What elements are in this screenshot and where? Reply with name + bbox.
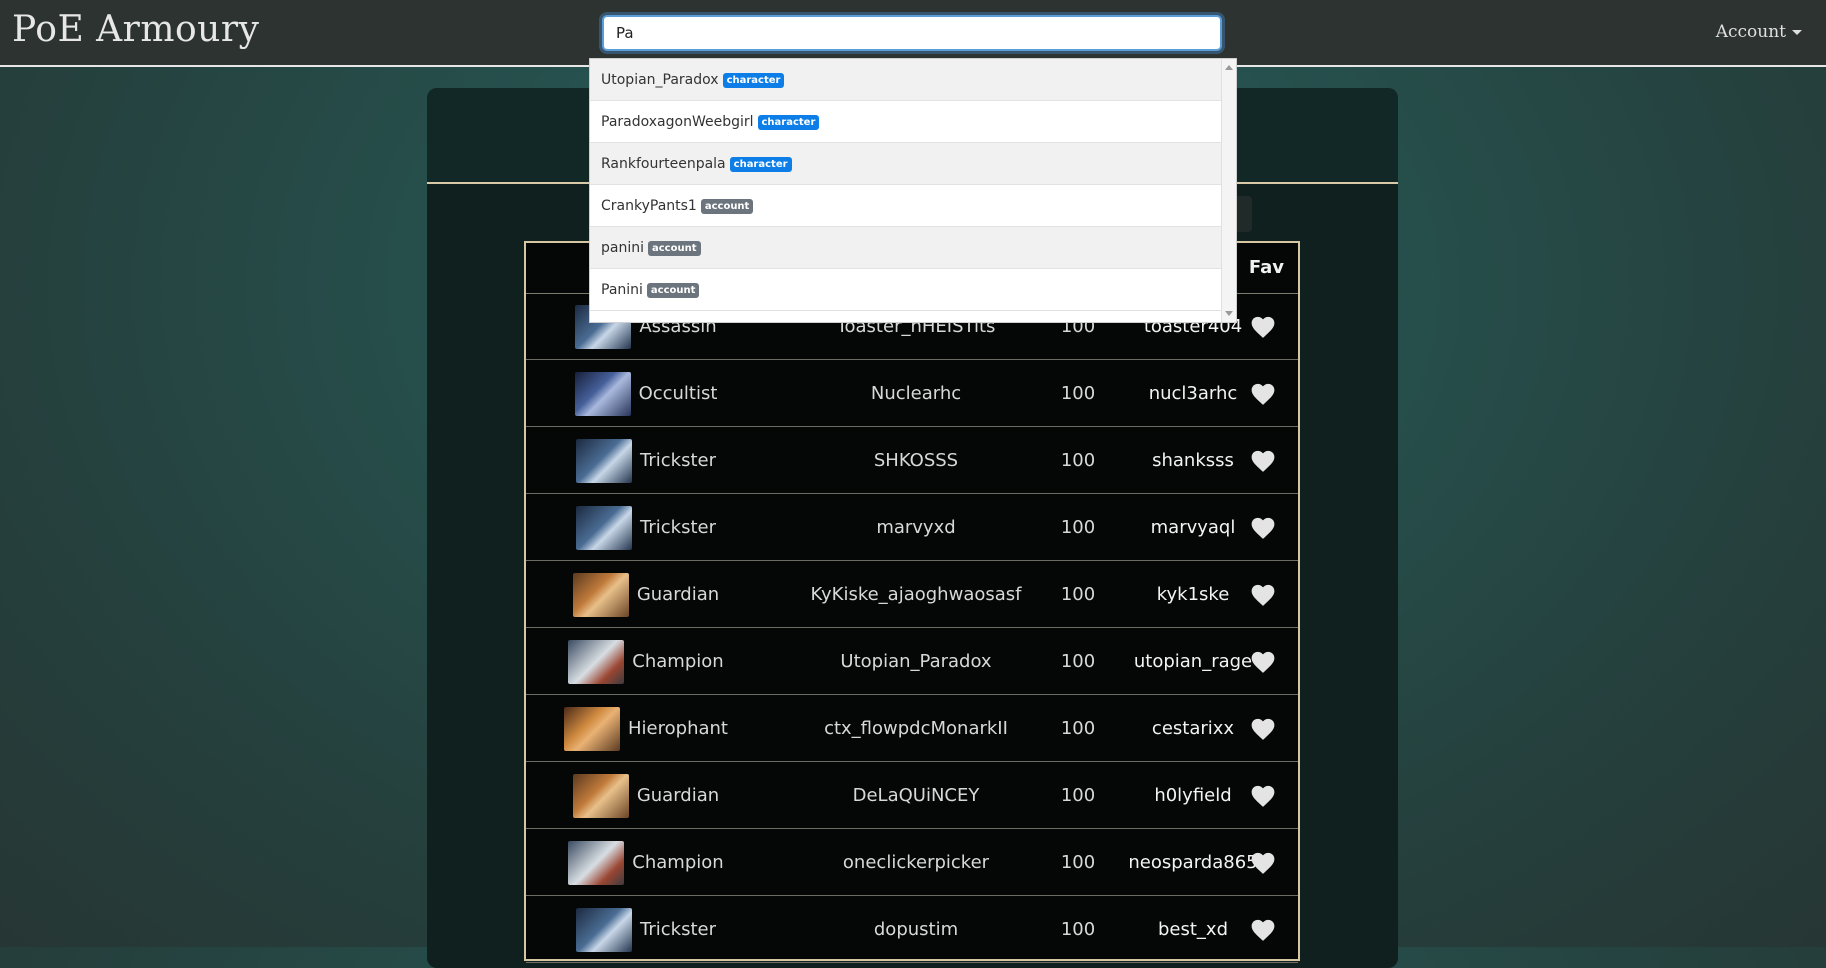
suggestion-type-badge: account (646, 283, 700, 298)
character-name[interactable]: marvyxd (786, 494, 1046, 561)
class-avatar (576, 908, 632, 952)
class-avatar (572, 774, 629, 818)
character-name[interactable]: DeLaQUiNCEY (786, 762, 1046, 829)
character-name[interactable]: ctx_flowpdcMonarkII (786, 695, 1046, 762)
level-cell: 100 (1060, 919, 1096, 940)
level-cell: 100 (1060, 584, 1096, 605)
brand-logo[interactable]: PoE Armoury (12, 9, 259, 50)
heart-icon[interactable] (1250, 918, 1276, 942)
table-row[interactable]: Guardian KyKiske_ajaoghwaosasf 100 kyk1ske (526, 561, 1298, 628)
class-cell: Champion (536, 829, 756, 896)
character-name[interactable]: Nuclearhc (786, 360, 1046, 427)
suggestion-name: Panini (601, 282, 643, 298)
class-name: Guardian (636, 785, 720, 806)
chevron-down-icon (1792, 30, 1802, 35)
class-cell: Hierophant (536, 695, 756, 762)
class-avatar (568, 841, 625, 885)
suggestion-item[interactable]: Rankfourteenpala character (590, 143, 1223, 185)
heart-icon[interactable] (1250, 315, 1276, 339)
level-cell: 100 (1060, 450, 1096, 471)
level-cell: 100 (1060, 852, 1096, 873)
suggestion-item[interactable]: panini account (590, 227, 1223, 269)
suggestion-name: panini (601, 240, 644, 256)
heart-icon[interactable] (1250, 650, 1276, 674)
suggestion-name: ParadoxagonWeebgirl (601, 114, 754, 130)
class-name: Trickster (640, 517, 716, 538)
class-cell: Guardian (536, 762, 756, 829)
level-cell: 100 (1060, 651, 1096, 672)
search-suggestions: Utopian_Paradox character ParadoxagonWeebg… (589, 58, 1237, 323)
suggestion-type-badge: character (757, 115, 820, 130)
suggestion-name: Utopian_Paradox (601, 72, 719, 88)
character-name[interactable]: dopustim (786, 896, 1046, 963)
level-cell: 100 (1060, 383, 1096, 404)
table-row[interactable]: Trickster marvyxd 100 marvyaql (526, 494, 1298, 561)
heart-icon[interactable] (1250, 851, 1276, 875)
table-row[interactable]: Occultist Nuclearhc 100 nucl3arhc (526, 360, 1298, 427)
scroll-down-icon[interactable] (1225, 311, 1233, 316)
class-name: Occultist (638, 383, 718, 404)
leaderboard-table: Fav Assassin Toaster_nHEISTits 100 toaster4… (524, 241, 1300, 963)
class-name: Trickster (640, 919, 716, 940)
table-row[interactable]: Champion Utopian_Paradox 100 utopian_rage (526, 628, 1298, 695)
character-name[interactable]: KyKiske_ajaoghwaosasf (786, 561, 1046, 628)
class-cell: Occultist (536, 360, 756, 427)
class-name: Champion (632, 852, 724, 873)
suggestion-item[interactable]: CrankyPants1 account (590, 185, 1223, 227)
scroll-up-icon[interactable] (1225, 65, 1233, 70)
class-cell: Trickster (536, 896, 756, 963)
suggestion-type-badge: account (648, 241, 701, 256)
heart-icon[interactable] (1250, 516, 1276, 540)
suggestion-item[interactable]: ParadoxagonWeebgirl character (590, 101, 1223, 143)
class-avatar (574, 372, 631, 416)
class-avatar (572, 573, 629, 617)
class-avatar (568, 640, 625, 684)
heart-icon[interactable] (1250, 449, 1276, 473)
character-name[interactable]: oneclickerpicker (786, 829, 1046, 896)
heart-icon[interactable] (1250, 583, 1276, 607)
heart-icon[interactable] (1250, 717, 1276, 741)
class-avatar (564, 707, 621, 751)
character-name[interactable]: Utopian_Paradox (786, 628, 1046, 695)
class-name: Champion (632, 651, 724, 672)
class-name: Trickster (640, 450, 716, 471)
heart-icon[interactable] (1250, 382, 1276, 406)
class-cell: Trickster (536, 427, 756, 494)
table-row[interactable]: Trickster dopustim 100 best_xd (526, 896, 1298, 963)
suggestion-item[interactable]: Utopian_Paradox character (590, 59, 1223, 101)
suggestions-scrollbar[interactable] (1221, 59, 1236, 322)
table-row[interactable]: Champion oneclickerpicker 100 neosparda865 (526, 829, 1298, 896)
suggestion-type-badge: account (700, 199, 754, 214)
class-avatar (576, 439, 632, 483)
level-cell: 100 (1060, 785, 1096, 806)
table-row[interactable]: Hierophant ctx_flowpdcMonarkII 100 cestarix… (526, 695, 1298, 762)
heart-icon[interactable] (1250, 784, 1276, 808)
table-row[interactable]: Trickster SHKOSSS 100 shanksss (526, 427, 1298, 494)
level-cell: 100 (1060, 517, 1096, 538)
level-cell: 100 (1060, 718, 1096, 739)
table-row[interactable]: Guardian DeLaQUiNCEY 100 h0lyfield (526, 762, 1298, 829)
class-avatar (576, 506, 632, 550)
suggestion-type-badge: character (722, 73, 785, 88)
class-cell: Guardian (536, 561, 756, 628)
class-cell: Trickster (536, 494, 756, 561)
class-name: Guardian (636, 584, 720, 605)
navbar: PoE Armoury Account (0, 0, 1826, 67)
class-name: Hierophant (628, 718, 728, 739)
character-name[interactable]: SHKOSSS (786, 427, 1046, 494)
fav-column-header: Fav (1248, 257, 1284, 278)
suggestion-item[interactable]: Panini account (590, 269, 1223, 311)
class-cell: Champion (536, 628, 756, 695)
search-input[interactable] (602, 15, 1222, 51)
suggestion-name: Rankfourteenpala (601, 156, 726, 172)
suggestion-name: CrankyPants1 (601, 198, 697, 214)
suggestion-type-badge: character (729, 157, 792, 172)
account-label: Account (1715, 22, 1786, 42)
account-dropdown[interactable]: Account (1716, 22, 1802, 42)
